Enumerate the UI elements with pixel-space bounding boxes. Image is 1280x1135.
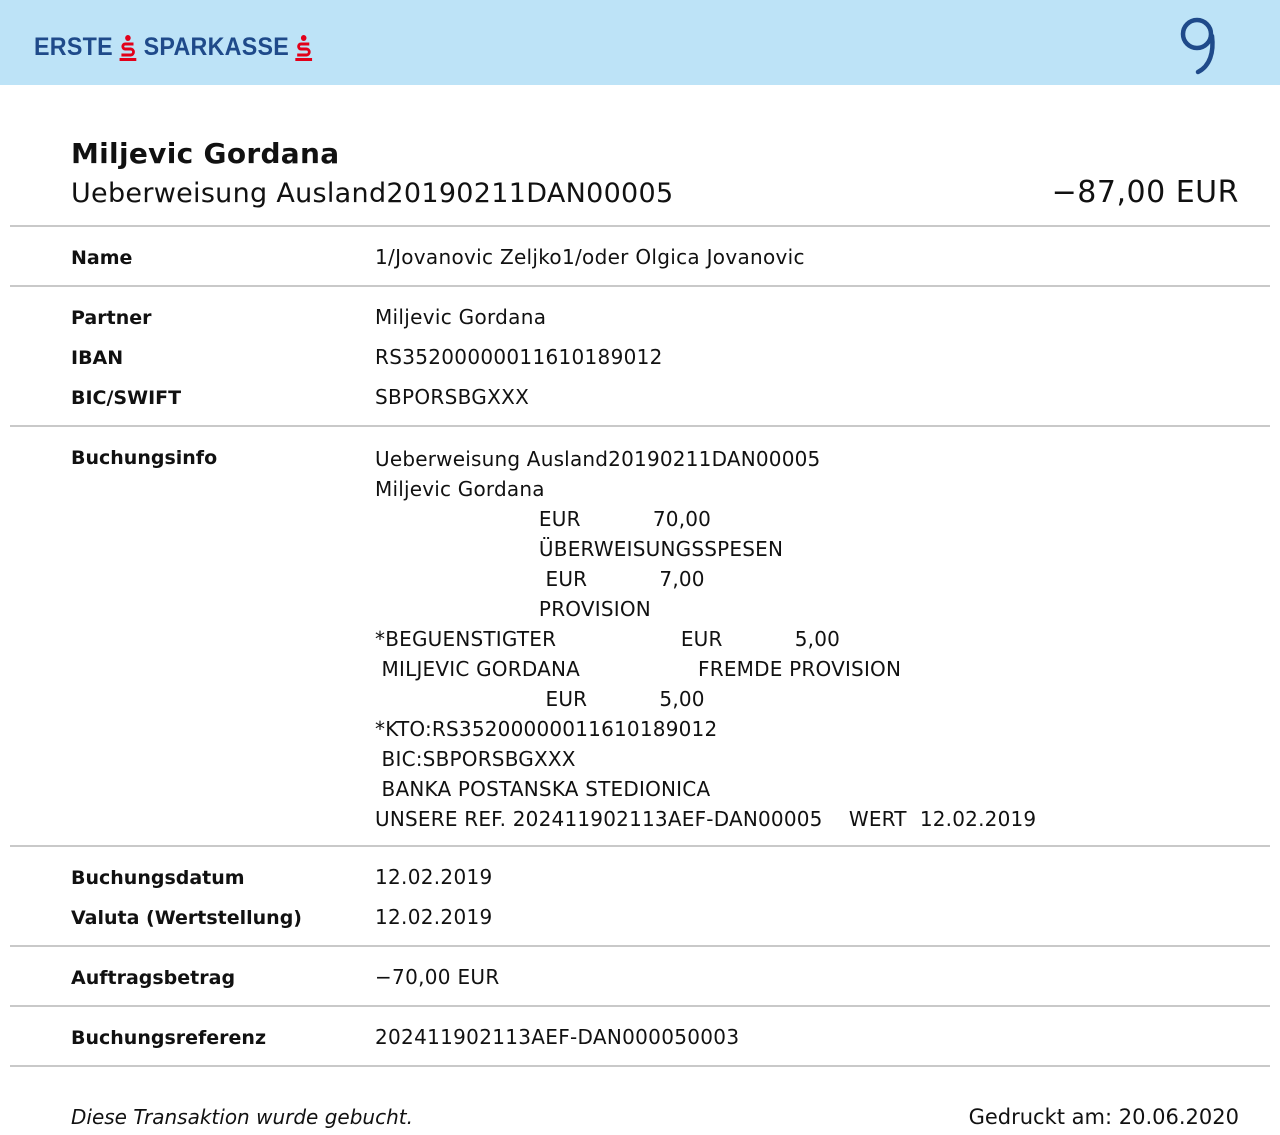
buchungsinfo-line: ÜBERWEISUNGSSPESEN <box>375 537 784 561</box>
buchungsinfo-line: *BEGUENSTIGTER EUR 5,00 <box>375 627 841 651</box>
buchungsinfo-line: UNSERE REF. 202411902113AEF-DAN00005 WER… <box>375 807 1037 831</box>
erste-sparkasse-logo: ERSTE SPARKASSE <box>34 33 320 62</box>
george-logo-icon <box>1176 14 1224 76</box>
buchungsinfo-line: *KTO:RS35200000011610189012 <box>375 717 718 741</box>
transaction-status-note: Diese Transaktion wurde gebucht. <box>71 1105 413 1129</box>
transaction-amount: −87,00 EUR <box>1051 175 1239 210</box>
divider <box>10 285 1270 287</box>
transaction-title-block: Miljevic Gordana Ueberweisung Ausland201… <box>71 136 673 212</box>
iban-value: RS35200000011610189012 <box>375 345 663 369</box>
printed-date: Gedruckt am: 20.06.2020 <box>968 1105 1239 1129</box>
buchungsreferenz-label: Buchungsreferenz <box>71 1027 267 1049</box>
buchungsinfo-line: BIC:SBPORSBGXXX <box>375 747 576 771</box>
logo-word-erste: ERSTE <box>34 33 113 61</box>
buchungsdatum-value: 12.02.2019 <box>375 865 493 889</box>
buchungsinfo-line: EUR 7,00 <box>375 567 705 591</box>
divider <box>10 845 1270 847</box>
transaction-party-name: Miljevic Gordana <box>71 137 340 170</box>
buchungsinfo-line: BANKA POSTANSKA STEDIONICA <box>375 777 711 801</box>
buchungsinfo-label: Buchungsinfo <box>71 447 218 469</box>
buchungsinfo-line: Miljevic Gordana <box>375 477 545 501</box>
name-label: Name <box>71 247 133 269</box>
sparkasse-s-icon <box>118 34 138 61</box>
page-header: ERSTE SPARKASSE <box>0 0 1280 85</box>
auftragsbetrag-value: −70,00 EUR <box>375 965 500 989</box>
divider <box>10 1005 1270 1007</box>
buchungsreferenz-value: 202411902113AEF-DAN000050003 <box>375 1025 740 1049</box>
buchungsinfo-line: PROVISION <box>375 597 651 621</box>
partner-value: Miljevic Gordana <box>375 305 547 329</box>
buchungsinfo-line: Ueberweisung Ausland20190211DAN00005 <box>375 447 821 471</box>
bic-label: BIC/SWIFT <box>71 387 182 409</box>
divider <box>10 425 1270 427</box>
buchungsinfo-line: MILJEVIC GORDANA FREMDE PROVISION <box>375 657 902 681</box>
divider <box>10 945 1270 947</box>
iban-label: IBAN <box>71 347 124 369</box>
transaction-subtitle: Ueberweisung Ausland20190211DAN00005 <box>71 178 674 209</box>
valuta-value: 12.02.2019 <box>375 905 493 929</box>
auftragsbetrag-label: Auftragsbetrag <box>71 967 236 989</box>
divider <box>10 1065 1270 1067</box>
bic-value: SBPORSBGXXX <box>375 385 530 409</box>
partner-label: Partner <box>71 307 152 329</box>
name-value: 1/Jovanovic Zeljko1/oder Olgica Jovanovi… <box>375 245 805 269</box>
divider <box>10 225 1270 227</box>
buchungsinfo-text: Ueberweisung Ausland20190211DAN00005 Mil… <box>375 444 1036 834</box>
buchungsinfo-line: EUR 70,00 <box>375 507 712 531</box>
buchungsinfo-line: EUR 5,00 <box>375 687 705 711</box>
logo-word-sparkasse: SPARKASSE <box>143 33 290 61</box>
sparkasse-s-icon <box>294 34 314 61</box>
buchungsdatum-label: Buchungsdatum <box>71 867 245 889</box>
valuta-label: Valuta (Wertstellung) <box>71 907 302 929</box>
